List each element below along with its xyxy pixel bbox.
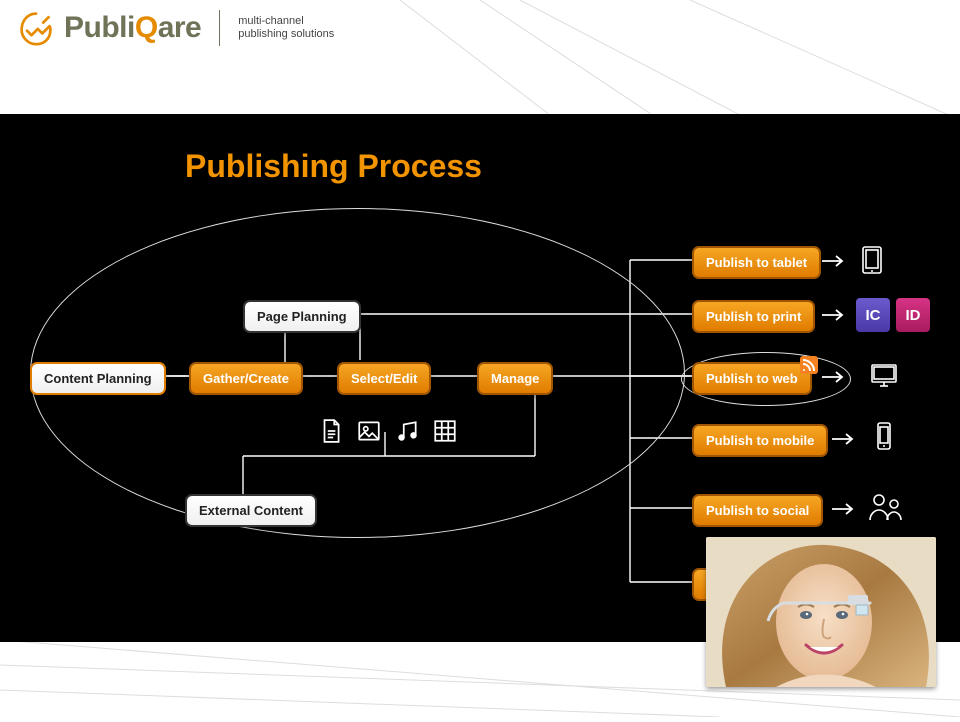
node-publish-web-label: Publish to web: [706, 371, 798, 386]
mobile-icon: [868, 420, 900, 452]
logo-divider: [219, 10, 220, 46]
node-external-content: External Content: [185, 494, 317, 527]
arrow-icon: [822, 307, 848, 323]
arrow-icon: [822, 369, 848, 385]
node-select-edit: Select/Edit: [337, 362, 431, 395]
node-publish-tablet: Publish to tablet: [692, 246, 821, 279]
image-icon: [356, 418, 382, 444]
grid-icon: [432, 418, 458, 444]
music-icon: [394, 418, 420, 444]
adobe-indesign-icon: ID: [896, 298, 930, 332]
logo-wordmark: PubliQare: [64, 11, 201, 45]
arrow-icon: [822, 253, 848, 269]
arrow-icon: [832, 501, 858, 517]
node-publish-web: Publish to web: [692, 362, 812, 395]
arrow-icon: [832, 431, 858, 447]
adobe-incopy-icon: IC: [856, 298, 890, 332]
process-diagram: Content Planning Page Planning Gather/Cr…: [0, 60, 960, 642]
node-publish-mobile: Publish to mobile: [692, 424, 828, 457]
document-icon: [318, 418, 344, 444]
node-content-planning: Content Planning: [30, 362, 166, 395]
print-icons: IC ID: [856, 298, 930, 332]
node-publish-print: Publish to print: [692, 300, 815, 333]
node-page-planning: Page Planning: [243, 300, 361, 333]
monitor-icon: [868, 360, 900, 392]
logo-tagline: multi-channel publishing solutions: [238, 15, 334, 41]
tablet-icon: [856, 244, 888, 276]
node-manage: Manage: [477, 362, 553, 395]
node-publish-social: Publish to social: [692, 494, 823, 527]
people-icon: [866, 490, 906, 526]
photo-person-smartglasses: [706, 537, 936, 687]
asset-icons-row: [318, 418, 458, 444]
brand-logo: PubliQare multi-channel publishing solut…: [18, 10, 334, 46]
node-gather-create: Gather/Create: [189, 362, 303, 395]
rss-icon: [800, 356, 818, 374]
logo-mark-icon: [18, 10, 54, 46]
